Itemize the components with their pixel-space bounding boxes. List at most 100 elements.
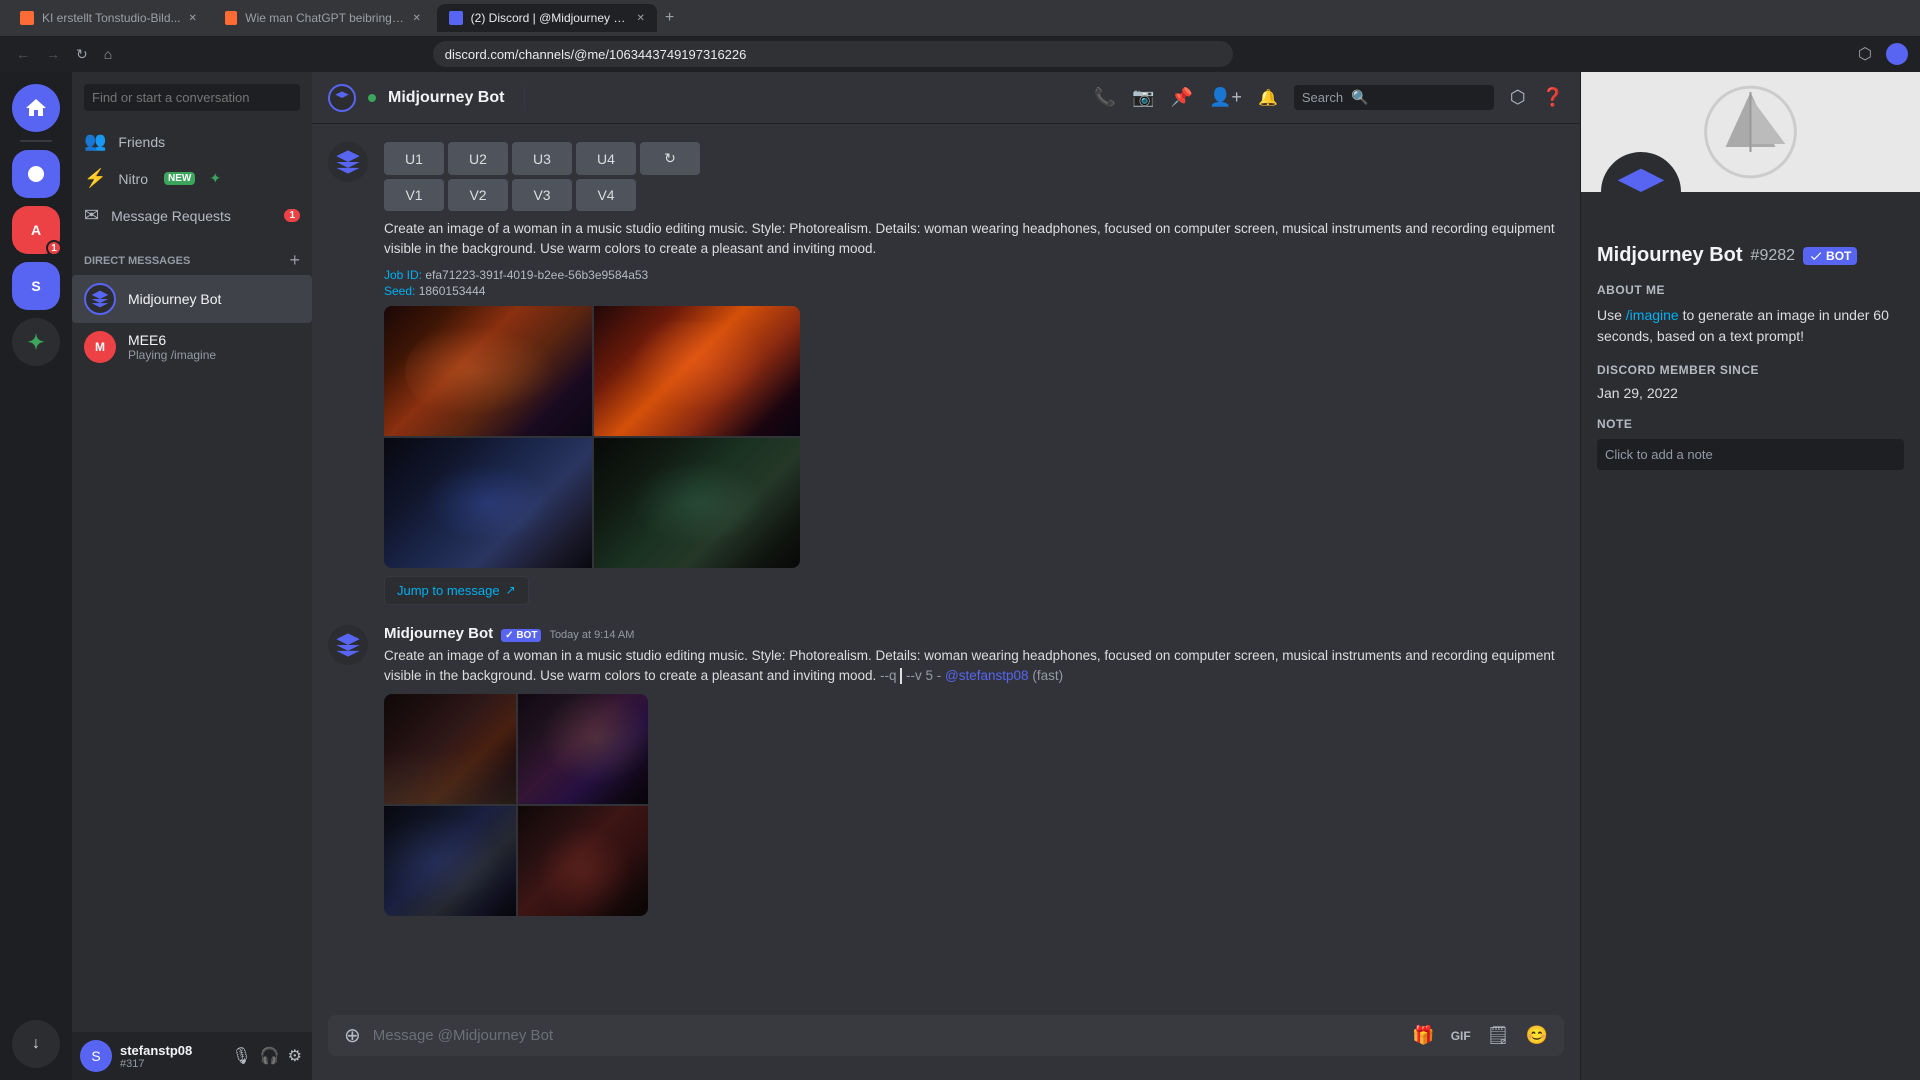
tab3-close[interactable]: ✕ — [637, 13, 645, 24]
msg2-header: Midjourney Bot ✓ BOT Today at 9:14 AM — [384, 625, 1564, 642]
profile-bot-label: BOT — [1826, 249, 1851, 263]
add-attachment-button[interactable]: ⊕ — [340, 1015, 365, 1056]
member-since-title: DISCORD MEMBER SINCE — [1597, 363, 1904, 377]
profile-banner — [1581, 72, 1920, 192]
message-group-2: 😊 ↩ ··· Midjourney Bot ✓ BOT Today at 9:… — [312, 623, 1580, 919]
profile-discriminator: #9282 — [1751, 247, 1796, 265]
download-server-icon[interactable]: ↓ — [12, 1020, 60, 1068]
server-list: A 1 S ✦ ↓ — [0, 72, 72, 1080]
new-tab-button[interactable]: + — [661, 9, 678, 27]
tab1-close[interactable]: ✕ — [189, 13, 197, 24]
server-icon-1[interactable] — [12, 150, 60, 198]
note-title: NOTE — [1597, 417, 1904, 431]
sticker-button[interactable]: 🗒 — [1483, 1021, 1514, 1050]
seed-label: Seed — [384, 284, 412, 298]
u4-button[interactable]: U4 — [576, 142, 636, 175]
chat-input-wrapper: ⊕ 🎁 GIF 🗒 😊 — [328, 1015, 1564, 1056]
browser-chrome: KI erstellt Tonstudio-Bild... ✕ Wie man … — [0, 0, 1920, 72]
v2-button[interactable]: V2 — [448, 179, 508, 211]
user-panel: S stefanstp08 #317 🎙 🎧 ⚙ — [72, 1032, 312, 1080]
chat-header-name: Midjourney Bot — [388, 89, 504, 107]
note-input[interactable]: Click to add a note — [1597, 439, 1904, 470]
server-icon-4[interactable]: ✦ — [12, 318, 60, 366]
input-actions: 🎁 GIF 🗒 😊 — [1408, 1021, 1552, 1050]
help-icon[interactable]: ❓ — [1542, 87, 1564, 108]
dm-item-mee6[interactable]: M MEE6 Playing /imagine — [72, 323, 312, 371]
search-placeholder: Search — [1302, 90, 1343, 105]
gif-button[interactable]: GIF — [1447, 1025, 1475, 1047]
server-divider — [20, 140, 52, 142]
home-server-icon[interactable] — [12, 84, 60, 132]
add-member-icon[interactable]: 👤+ — [1209, 87, 1242, 108]
settings-button[interactable]: ⚙ — [286, 1044, 304, 1068]
tab-3[interactable]: (2) Discord | @Midjourney Bot ✕ — [437, 4, 657, 32]
msg2-image-4 — [518, 806, 648, 916]
tab-2[interactable]: Wie man ChatGPT beibringt, be... ✕ — [213, 4, 433, 32]
profile-icon — [1886, 43, 1908, 65]
user-info: stefanstp08 #317 — [120, 1043, 192, 1070]
forward-button[interactable]: → — [42, 42, 64, 66]
v3-button[interactable]: V3 — [512, 179, 572, 211]
profile-section-note: NOTE Click to add a note — [1597, 417, 1904, 470]
refresh-button[interactable]: ↻ — [640, 142, 700, 175]
image-1 — [384, 306, 592, 436]
mee6-info: MEE6 Playing /imagine — [128, 332, 216, 362]
mute-button[interactable]: 🎙 — [229, 1044, 253, 1068]
friends-label: Friends — [118, 134, 165, 150]
dm-search-input[interactable] — [84, 84, 300, 111]
msg2-avatar — [328, 625, 368, 665]
dm-item-midjourney[interactable]: Midjourney Bot — [72, 275, 312, 323]
msg2-fast: (fast) — [1032, 668, 1063, 683]
message-requests-label: Message Requests — [111, 208, 231, 224]
sidebar-item-message-requests[interactable]: ✉ Message Requests 1 — [72, 197, 312, 234]
nitro-star: ✦ — [209, 170, 221, 187]
image-3 — [384, 438, 592, 568]
midjourney-info: Midjourney Bot — [128, 291, 221, 307]
seed-colon: : — [412, 284, 419, 298]
emoji-button[interactable]: 😊 — [1522, 1021, 1552, 1050]
tab-1[interactable]: KI erstellt Tonstudio-Bild... ✕ — [8, 4, 209, 32]
address-bar[interactable]: discord.com/channels/@me/106344374919731… — [433, 41, 1233, 67]
sidebar-item-nitro[interactable]: ⚡ Nitro NEW ✦ — [72, 160, 312, 197]
v1-button[interactable]: V1 — [384, 179, 444, 211]
msg2-mention: @stefanstp08 — [945, 668, 1029, 683]
inbox-icon[interactable]: 🔔 — [1258, 88, 1278, 108]
server-icon-2[interactable]: A 1 — [12, 206, 60, 254]
back-button[interactable]: ← — [12, 42, 34, 66]
v4-button[interactable]: V4 — [576, 179, 636, 211]
chat-header: Midjourney Bot 📞 📷 📌 👤+ 🔔 Search 🔍 ⬡ ❓ — [312, 72, 1580, 124]
tab2-close[interactable]: ✕ — [413, 13, 421, 24]
jump-to-message-button[interactable]: Jump to message ↗ — [384, 576, 529, 605]
jump-label: Jump to message — [397, 583, 500, 598]
search-bar[interactable]: Search 🔍 — [1294, 85, 1494, 110]
about-me-link[interactable]: /imagine — [1626, 307, 1679, 323]
tab2-favicon — [225, 11, 237, 25]
message-requests-count: 1 — [284, 209, 300, 222]
midjourney-avatar — [84, 283, 116, 315]
tab1-title: KI erstellt Tonstudio-Bild... — [42, 11, 181, 25]
u1-button[interactable]: U1 — [384, 142, 444, 175]
popout-icon[interactable]: ⬡ — [1510, 87, 1526, 108]
reload-button[interactable]: ↻ — [72, 42, 92, 67]
home-button[interactable]: ⌂ — [100, 42, 116, 66]
msg2-image-2 — [518, 694, 648, 804]
u3-button[interactable]: U3 — [512, 142, 572, 175]
sidebar-item-friends[interactable]: 👥 Friends — [72, 123, 312, 160]
chat-input[interactable] — [365, 1015, 1409, 1056]
tab-bar: KI erstellt Tonstudio-Bild... ✕ Wie man … — [0, 0, 1920, 36]
dm-section-label: DIRECT MESSAGES — [84, 255, 190, 267]
pin-icon[interactable]: 📌 — [1171, 87, 1193, 108]
profile-section-about: ABOUT ME Use /imagine to generate an ima… — [1597, 283, 1904, 347]
nitro-new-badge: NEW — [164, 172, 195, 185]
gift-button[interactable]: 🎁 — [1408, 1021, 1438, 1050]
u2-button[interactable]: U2 — [448, 142, 508, 175]
image-2 — [594, 306, 800, 436]
deafen-button[interactable]: 🎧 — [258, 1044, 282, 1068]
add-dm-icon[interactable]: + — [289, 250, 300, 271]
dm-sidebar: 👥 Friends ⚡ Nitro NEW ✦ ✉ Message Reques… — [72, 72, 312, 1080]
server-icon-3[interactable]: S — [12, 262, 60, 310]
msg1-text: Create an image of a woman in a music st… — [384, 221, 1555, 256]
msg2-time: Today at 9:14 AM — [549, 629, 634, 641]
video-icon[interactable]: 📷 — [1132, 87, 1154, 108]
call-icon[interactable]: 📞 — [1094, 87, 1116, 108]
